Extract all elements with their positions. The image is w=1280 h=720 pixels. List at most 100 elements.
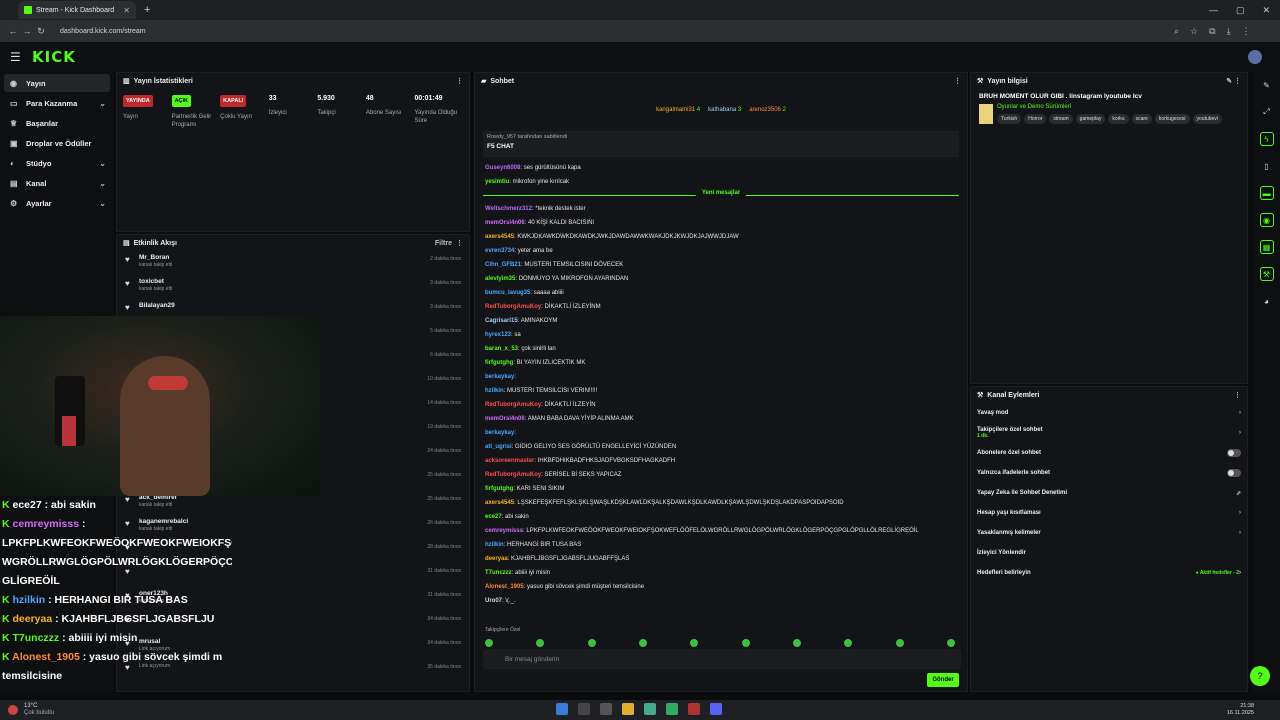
chat-message[interactable]: cemreymisss: LPKFPLKWFEOKFWEÖOKFWEOKFWEI… — [475, 524, 967, 538]
chat-username[interactable]: berkaykay — [485, 374, 514, 380]
folder-icon[interactable] — [622, 703, 634, 715]
kick-logo[interactable]: KICK — [32, 48, 76, 66]
channel-action-row[interactable]: Yalnızca ifadelerle sohbet — [971, 463, 1247, 483]
chat-message[interactable]: hzilkin: MUSTERI TEMSILCISI VERIN!!!!! — [475, 384, 967, 398]
chat-username[interactable]: RedTuborgAmuKoy — [485, 304, 541, 310]
chat-username[interactable]: axers4545 — [485, 234, 514, 240]
list-item[interactable]: ♥ Mr_Boran kanalı takip etti 2 dakika önce — [117, 251, 469, 275]
chat-message[interactable]: acksoreenmaster: IHKBFDHIKBADFHKSJADFVBG… — [475, 454, 967, 468]
sidebar-item-para-kazanma[interactable]: ▭ Para Kazanma ⌄ — [4, 94, 110, 112]
edit-icon[interactable]: ✎ — [1260, 78, 1274, 92]
channel-action-row[interactable]: Yasaklanmış kelimeler › — [971, 523, 1247, 543]
pinned-message[interactable]: Rowdy_957 tarafından sabitlendi F5 CHAT — [483, 131, 959, 157]
chat-username[interactable]: yesimtiu — [485, 179, 509, 185]
channel-action-row[interactable]: Takipçilere özel sohbet 1 dk. › — [971, 423, 1247, 443]
toggle-switch[interactable] — [1227, 449, 1241, 457]
send-button[interactable]: Gönder — [927, 673, 959, 687]
chat-username[interactable]: Weltschmerz312 — [485, 206, 532, 212]
lightning-icon[interactable]: ϟ — [1259, 132, 1274, 146]
tools-icon[interactable]: ⚒ — [1259, 267, 1274, 281]
chat-message[interactable]: baran_x_53: çok sinirli lan — [475, 342, 967, 356]
more-options-icon[interactable]: ⋮ — [954, 77, 961, 85]
emote-icon[interactable] — [946, 639, 955, 647]
chat-username[interactable]: cemreymisss — [485, 528, 523, 534]
obs-icon[interactable] — [688, 703, 700, 715]
emote-icon[interactable] — [895, 639, 904, 647]
hamburger-menu-icon[interactable]: ☰ — [10, 50, 28, 64]
emote-icon[interactable] — [792, 639, 801, 647]
chat-message[interactable]: Cihn_GFB21: MUSTERI TEMSILCISINI DÖVECEK — [475, 258, 967, 272]
search-icon[interactable] — [578, 703, 590, 715]
chat-username[interactable]: Guseyn6008 — [485, 165, 520, 171]
chat-message[interactable]: T7unczzz: abiiii iyi misin — [475, 566, 967, 580]
discord-icon[interactable] — [710, 703, 722, 715]
reload-icon[interactable]: ↻ — [34, 26, 48, 37]
chat-username[interactable]: deeryaa — [485, 556, 508, 562]
clock[interactable]: 21:38 16.11.2025 — [1227, 703, 1254, 717]
emote-icon[interactable] — [844, 639, 853, 647]
channel-action-row[interactable]: Hesap yaşı kısıtlaması › — [971, 503, 1247, 523]
channel-action-row[interactable]: Abonelere özel sohbet — [971, 443, 1247, 463]
chrome-icon[interactable] — [644, 703, 656, 715]
menu-dots-icon[interactable]: ⋮ — [1242, 26, 1251, 37]
chat-message[interactable]: RedTuborgAmuKoy: DİKAKTLİ İZLEYİNM — [475, 300, 967, 314]
back-icon[interactable]: ← — [6, 26, 20, 36]
chat-message[interactable]: bumcu_lavug35: saaaa abiiii — [475, 286, 967, 300]
sidebar-item-yayin[interactable]: ◉ Yayın — [4, 74, 110, 92]
chat-username[interactable]: memOrsl4n06 — [485, 220, 525, 226]
new-tab-icon[interactable]: + — [144, 4, 150, 16]
sidebar-item-ayarlar[interactable]: ⚙ Ayarlar ⌄ — [4, 194, 110, 212]
filter-button[interactable]: Filtre — [435, 240, 452, 247]
zoom-icon[interactable]: ⌕ — [1174, 26, 1179, 37]
chat-message[interactable]: berkaykay: — [475, 426, 967, 440]
extensions-icon[interactable]: ⧉ — [1209, 26, 1215, 37]
task-view-icon[interactable] — [600, 703, 612, 715]
chat-message[interactable]: axers4545: LŞSKEFEŞKFEFLŞKLŞKLŞWAŞLKDŞKL… — [475, 496, 967, 510]
document-icon[interactable]: ▯ — [1260, 159, 1274, 173]
emote-icon[interactable] — [741, 639, 750, 647]
bookmark-star-icon[interactable]: ☆ — [1190, 26, 1198, 37]
top-chatter[interactable]: kathabana 3 — [708, 107, 741, 113]
top-chatter[interactable]: arenoz3506 2 — [749, 107, 786, 113]
chat-username[interactable]: hyrex123 — [485, 332, 511, 338]
chat-message[interactable]: alevlyim35: DONMUYO YA MIKROFON AYARINDA… — [475, 272, 967, 286]
chat-message[interactable]: memOrsl4n06: 40 KİŞİ KALDI BACISINI — [475, 216, 967, 230]
chat-username[interactable]: Cihn_GFB21 — [485, 262, 521, 268]
url-field[interactable]: dashboard.kick.com/stream — [54, 23, 1174, 39]
chat-message[interactable]: Alonest_1905: yasuo gibi sövcek şimdi mü… — [475, 580, 967, 594]
chat-message[interactable]: axers4545: KWKJDKAWKDWKDKAWDKJWKJDAWDAWW… — [475, 230, 967, 244]
broadcast-icon[interactable]: ◉ — [1259, 213, 1274, 227]
chat-username[interactable]: hzilkin — [485, 542, 504, 548]
chat-input[interactable]: Bir mesaj gönderin — [483, 649, 961, 669]
users-icon[interactable]: ◕ — [1260, 294, 1274, 308]
chat-username[interactable]: acksoreenmaster — [485, 458, 534, 464]
edit-icon[interactable]: ✎ ⋮ — [1226, 77, 1241, 85]
tag-chip[interactable]: stream — [1049, 114, 1073, 124]
weather-widget[interactable]: 13°C Çok bulutlu — [24, 703, 54, 717]
chat-username[interactable]: axers4545 — [485, 500, 514, 506]
sidebar-item-basarilar[interactable]: ♕ Başarılar — [4, 114, 110, 132]
chat-username[interactable]: Uro07 — [485, 598, 502, 604]
close-tab-icon[interactable]: ✕ — [123, 6, 130, 15]
chat-username[interactable]: baran_x_53 — [485, 346, 518, 352]
chat-message[interactable]: firfgutghg: KARI SENI SIKIM — [475, 482, 967, 496]
tag-chip[interactable]: Turkish — [997, 114, 1022, 124]
chat-message[interactable]: Cagrisari15: AMINAKOYM — [475, 314, 967, 328]
app-icon[interactable] — [666, 703, 678, 715]
top-chatter[interactable]: kangalmami31 4 — [656, 107, 700, 113]
chat-username[interactable]: Cagrisari15 — [485, 318, 518, 324]
emote-icon[interactable] — [536, 639, 545, 647]
chat-message[interactable]: RedTuborgAmuKoy: SERİSEL Bİ SEKS YAPICAZ — [475, 468, 967, 482]
minimize-icon[interactable]: — — [1209, 5, 1218, 16]
chat-username[interactable]: berkaykay — [485, 430, 514, 436]
chat-message[interactable]: hyrex123: sa — [475, 328, 967, 342]
list-item[interactable]: ♥ toxicbet kanalı takip etti 3 dakika önce — [117, 275, 469, 299]
forward-icon[interactable]: → — [20, 26, 34, 36]
chat-message[interactable]: Guseyn6008: ses gürültüsünü kapa — [475, 161, 967, 175]
chat-icon[interactable]: ▬ — [1259, 186, 1274, 200]
chat-username[interactable]: ati_ugrisi — [485, 444, 512, 450]
chat-username[interactable]: ece27 — [485, 514, 502, 520]
chat-username[interactable]: RedTuborgAmuKoy — [485, 472, 541, 478]
chat-message[interactable]: ece27: abi sakin — [475, 510, 967, 524]
category-link[interactable]: Oyunlar ve Demo Sürümleri — [997, 104, 1222, 110]
